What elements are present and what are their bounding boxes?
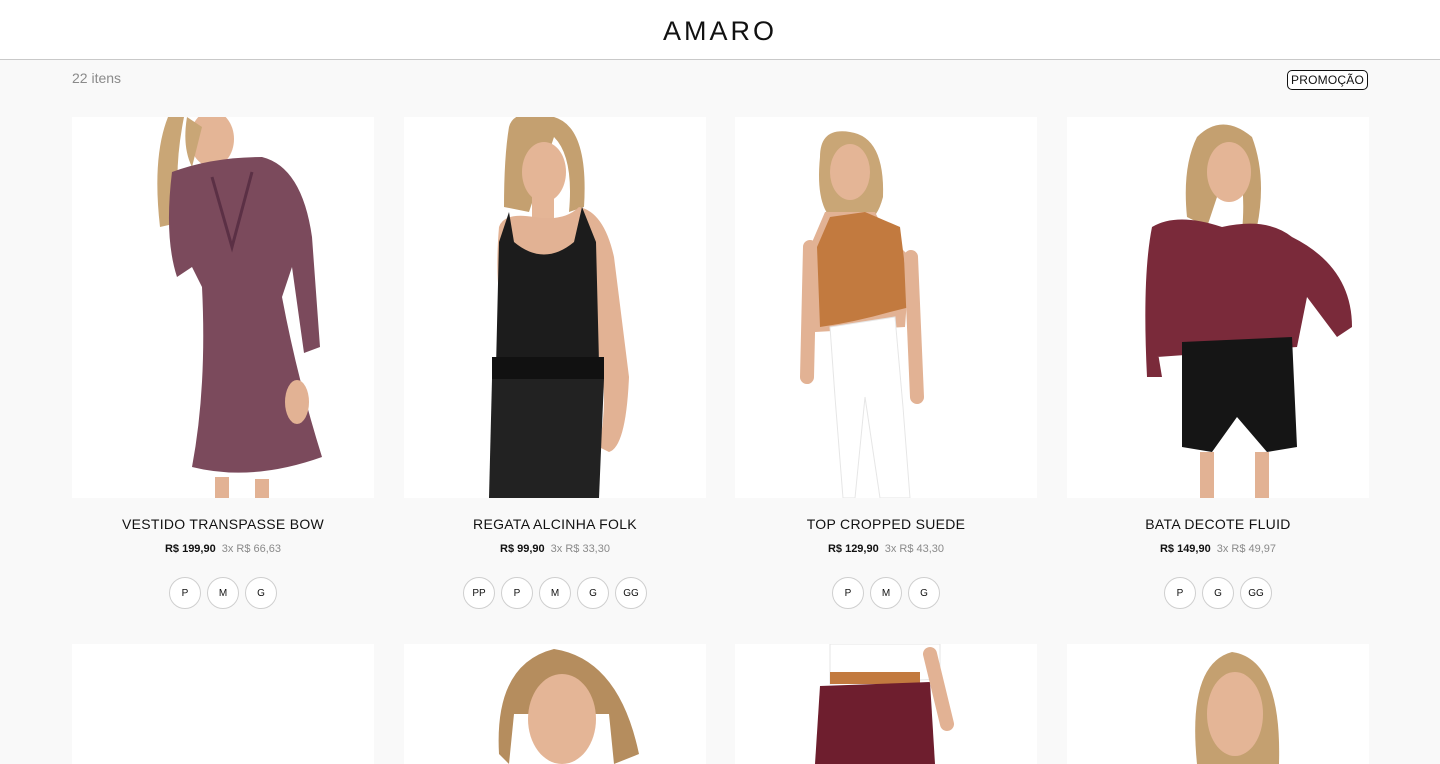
model-pants-illustration: [815, 644, 954, 764]
size-option[interactable]: G: [908, 577, 940, 609]
installment-value: 3x R$ 66,63: [221, 543, 282, 555]
product-card[interactable]: REGATA ALCINHA FOLK R$ 99,90 3x R$ 33,30 …: [404, 117, 706, 609]
product-name[interactable]: VESTIDO TRANSPASSE BOW: [72, 516, 374, 532]
product-card[interactable]: VESTIDO TRANSPASSE BOW R$ 199,90 3x R$ 66…: [72, 117, 374, 609]
size-option[interactable]: GG: [1240, 577, 1272, 609]
price-value: R$ 129,90: [827, 543, 879, 555]
size-option[interactable]: P: [832, 577, 864, 609]
brand-logo[interactable]: AMARO: [663, 12, 777, 47]
product-card[interactable]: [735, 644, 1037, 764]
product-card[interactable]: TOP CROPPED SUEDE R$ 129,90 3x R$ 43,30 P…: [735, 117, 1037, 609]
price-value: R$ 99,90: [500, 543, 545, 555]
product-image[interactable]: [1067, 644, 1369, 764]
model-suede-illustration: [800, 131, 924, 498]
size-options: P G GG: [1067, 577, 1369, 609]
model-dress-illustration: [157, 117, 322, 498]
product-image[interactable]: [404, 644, 706, 764]
product-name[interactable]: TOP CROPPED SUEDE: [735, 516, 1037, 532]
site-header: AMARO: [0, 0, 1440, 60]
size-option[interactable]: M: [207, 577, 239, 609]
size-option[interactable]: GG: [615, 577, 647, 609]
size-options: P M G: [735, 577, 1037, 609]
size-option[interactable]: P: [169, 577, 201, 609]
installment-value: 3x R$ 43,30: [884, 543, 945, 555]
size-option[interactable]: G: [577, 577, 609, 609]
size-option[interactable]: M: [539, 577, 571, 609]
price-value: R$ 199,90: [164, 543, 216, 555]
model-portrait-illustration: [1195, 652, 1280, 764]
product-image[interactable]: [735, 117, 1037, 498]
product-name[interactable]: REGATA ALCINHA FOLK: [404, 516, 706, 532]
item-count: 22 itens: [72, 70, 122, 86]
size-option[interactable]: P: [1164, 577, 1196, 609]
size-option[interactable]: P: [501, 577, 533, 609]
size-option[interactable]: PP: [463, 577, 495, 609]
size-option[interactable]: G: [1202, 577, 1234, 609]
product-card[interactable]: [72, 644, 374, 764]
promo-filter-button[interactable]: PROMOÇÃO: [1287, 70, 1368, 90]
price-value: R$ 149,90: [1159, 543, 1211, 555]
model-bata-illustration: [1145, 124, 1352, 498]
installment-value: 3x R$ 49,97: [1216, 543, 1277, 555]
size-option[interactable]: M: [870, 577, 902, 609]
product-image[interactable]: [1067, 117, 1369, 498]
product-image[interactable]: [404, 117, 706, 498]
product-price: R$ 149,90 3x R$ 49,97: [1067, 543, 1369, 555]
product-card[interactable]: [1067, 644, 1369, 764]
product-card[interactable]: BATA DECOTE FLUID R$ 149,90 3x R$ 49,97 P…: [1067, 117, 1369, 609]
listing-toolbar: 22 itens PROMOÇÃO: [72, 70, 1368, 90]
size-options: P M G: [72, 577, 374, 609]
model-tank-illustration: [489, 117, 629, 498]
size-option[interactable]: G: [245, 577, 277, 609]
product-price: R$ 199,90 3x R$ 66,63: [72, 543, 374, 555]
product-image[interactable]: [735, 644, 1037, 764]
size-options: PP P M G GG: [404, 577, 706, 609]
product-price: R$ 129,90 3x R$ 43,30: [735, 543, 1037, 555]
product-name[interactable]: BATA DECOTE FLUID: [1067, 516, 1369, 532]
product-image[interactable]: [72, 644, 374, 764]
product-price: R$ 99,90 3x R$ 33,30: [404, 543, 706, 555]
product-image[interactable]: [72, 117, 374, 498]
product-card[interactable]: [404, 644, 706, 764]
model-portrait-illustration: [498, 649, 639, 764]
installment-value: 3x R$ 33,30: [550, 543, 610, 555]
